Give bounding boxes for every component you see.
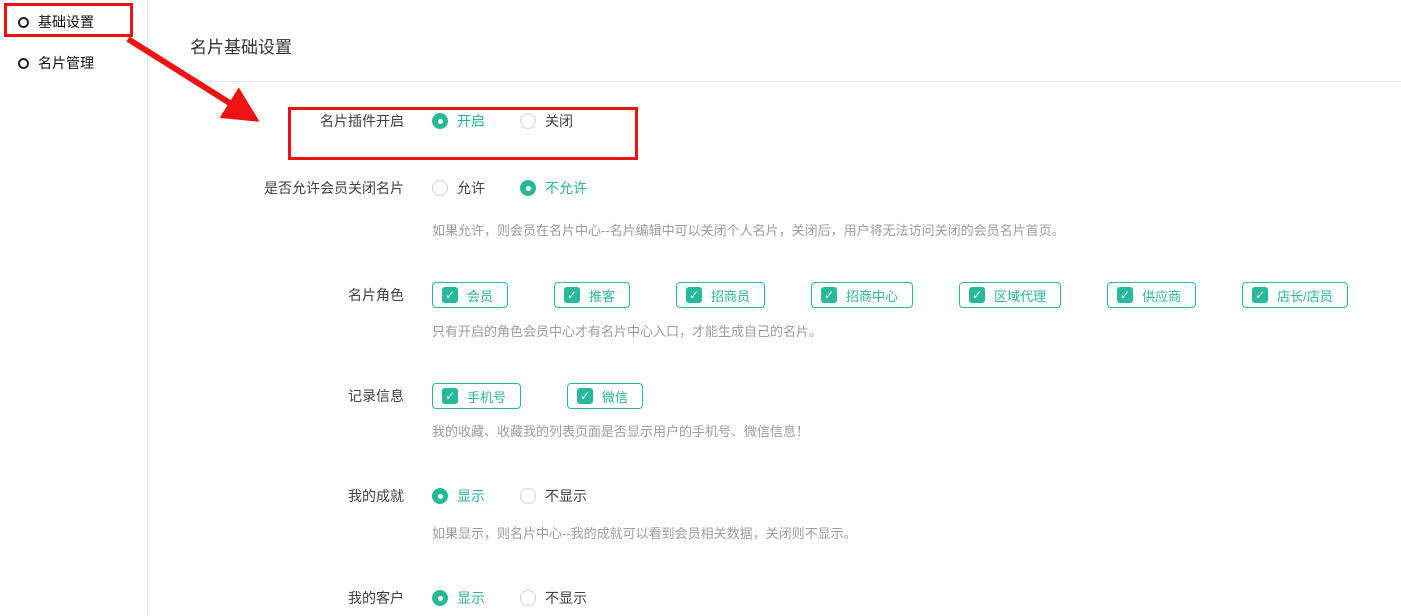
radio-option[interactable]: 显示 — [432, 588, 485, 608]
sidebar: 基础设置 名片管理 — [0, 0, 148, 616]
checkbox-label: 微信 — [602, 387, 628, 406]
checkbox-label: 供应商 — [1142, 286, 1181, 305]
radio-icon — [432, 590, 448, 606]
form-row: 记录信息 ✓ 手机号 ✓ 微信 — [190, 383, 689, 409]
checkbox-label: 推客 — [589, 286, 615, 305]
checkbox-label: 店长/店员 — [1277, 286, 1333, 305]
radio-icon — [520, 113, 536, 129]
title-divider — [190, 81, 1401, 82]
circle-icon — [18, 58, 29, 69]
radio-icon — [432, 180, 448, 196]
checkbox-label: 会员 — [467, 286, 493, 305]
radio-group: 显示 不显示 — [432, 486, 622, 506]
form-row: 是否允许会员关闭名片 允许 不允许 — [190, 175, 622, 201]
radio-label: 显示 — [457, 486, 485, 506]
radio-option[interactable]: 不显示 — [520, 588, 587, 608]
checkbox-checked-icon: ✓ — [1252, 287, 1268, 303]
checkbox-group: ✓ 手机号 ✓ 微信 — [432, 383, 689, 409]
checkbox-checked-icon: ✓ — [821, 287, 837, 303]
sidebar-item-label: 名片管理 — [38, 53, 94, 73]
radio-option[interactable]: 显示 — [432, 486, 485, 506]
checkbox-checked-icon: ✓ — [1117, 287, 1133, 303]
radio-group: 显示 不显示 — [432, 588, 622, 608]
radio-label: 开启 — [457, 111, 485, 131]
form-row: 我的客户 显示 不显示 — [190, 585, 622, 611]
radio-icon — [520, 590, 536, 606]
checkbox-group: ✓ 会员 ✓ 推客 ✓ 招商员 ✓ 招商中心 ✓ 区域代理 ✓ 供应商 ✓ 店长/店员 — [432, 282, 1394, 308]
radio-label: 不显示 — [545, 588, 587, 608]
radio-label: 关闭 — [545, 111, 573, 131]
checkbox-checked-icon: ✓ — [442, 388, 458, 404]
form-row: 名片角色 ✓ 会员 ✓ 推客 ✓ 招商员 ✓ 招商中心 ✓ 区域代理 ✓ 供应商 ✓ 店长/店员 — [190, 282, 1394, 308]
checkbox-option[interactable]: ✓ 区域代理 — [959, 282, 1061, 308]
page-title: 名片基础设置 — [190, 33, 292, 58]
sidebar-item-card-management[interactable]: 名片管理 — [18, 52, 94, 74]
radio-option[interactable]: 允许 — [432, 178, 485, 198]
field-label: 是否允许会员关闭名片 — [190, 178, 404, 198]
checkbox-label: 手机号 — [467, 387, 506, 406]
checkbox-checked-icon: ✓ — [969, 287, 985, 303]
radio-label: 不显示 — [545, 486, 587, 506]
checkbox-option[interactable]: ✓ 店长/店员 — [1242, 282, 1348, 308]
checkbox-option[interactable]: ✓ 微信 — [567, 383, 643, 409]
checkbox-label: 招商员 — [711, 286, 750, 305]
field-label: 名片角色 — [190, 285, 404, 305]
help-text: 我的收藏、收藏我的列表页面是否显示用户的手机号、微信信息！ — [432, 421, 809, 440]
radio-option[interactable]: 不显示 — [520, 486, 587, 506]
checkbox-option[interactable]: ✓ 手机号 — [432, 383, 521, 409]
radio-label: 不允许 — [545, 178, 587, 198]
checkbox-option[interactable]: ✓ 供应商 — [1107, 282, 1196, 308]
checkbox-label: 招商中心 — [846, 286, 898, 305]
form-row: 我的成就 显示 不显示 — [190, 483, 622, 509]
sidebar-item-label: 基础设置 — [38, 12, 94, 32]
field-label: 我的成就 — [190, 486, 404, 506]
checkbox-checked-icon: ✓ — [442, 287, 458, 303]
radio-icon — [432, 488, 448, 504]
field-label: 记录信息 — [190, 386, 404, 406]
checkbox-option[interactable]: ✓ 招商员 — [676, 282, 765, 308]
checkbox-label: 区域代理 — [994, 286, 1046, 305]
radio-icon — [432, 113, 448, 129]
circle-icon — [18, 17, 29, 28]
radio-icon — [520, 180, 536, 196]
form-row: 名片插件开启 开启 关闭 — [190, 108, 608, 134]
checkbox-option[interactable]: ✓ 招商中心 — [811, 282, 913, 308]
radio-option[interactable]: 开启 — [432, 111, 485, 131]
field-label: 名片插件开启 — [190, 111, 404, 131]
checkbox-checked-icon: ✓ — [577, 388, 593, 404]
radio-label: 显示 — [457, 588, 485, 608]
radio-group: 开启 关闭 — [432, 111, 608, 131]
help-text: 只有开启的角色会员中心才有名片中心入口，才能生成自己的名片。 — [432, 321, 822, 340]
help-text: 如果允许，则会员在名片中心--名片编辑中可以关闭个人名片，关闭后，用户将无法访问… — [432, 220, 1065, 239]
radio-icon — [520, 488, 536, 504]
radio-label: 允许 — [457, 178, 485, 198]
radio-group: 允许 不允许 — [432, 178, 622, 198]
checkbox-checked-icon: ✓ — [564, 287, 580, 303]
sidebar-item-basic-settings[interactable]: 基础设置 — [18, 11, 94, 33]
help-text: 如果显示，则名片中心--我的成就可以看到会员相关数据，关闭则不显示。 — [432, 523, 857, 542]
radio-option[interactable]: 关闭 — [520, 111, 573, 131]
page: 基础设置 名片管理 名片基础设置 名片插件开启开启关闭是否允许会员关闭名片允许不… — [0, 0, 1401, 616]
radio-option[interactable]: 不允许 — [520, 178, 587, 198]
field-label: 我的客户 — [190, 588, 404, 608]
checkbox-option[interactable]: ✓ 推客 — [554, 282, 630, 308]
checkbox-option[interactable]: ✓ 会员 — [432, 282, 508, 308]
checkbox-checked-icon: ✓ — [686, 287, 702, 303]
